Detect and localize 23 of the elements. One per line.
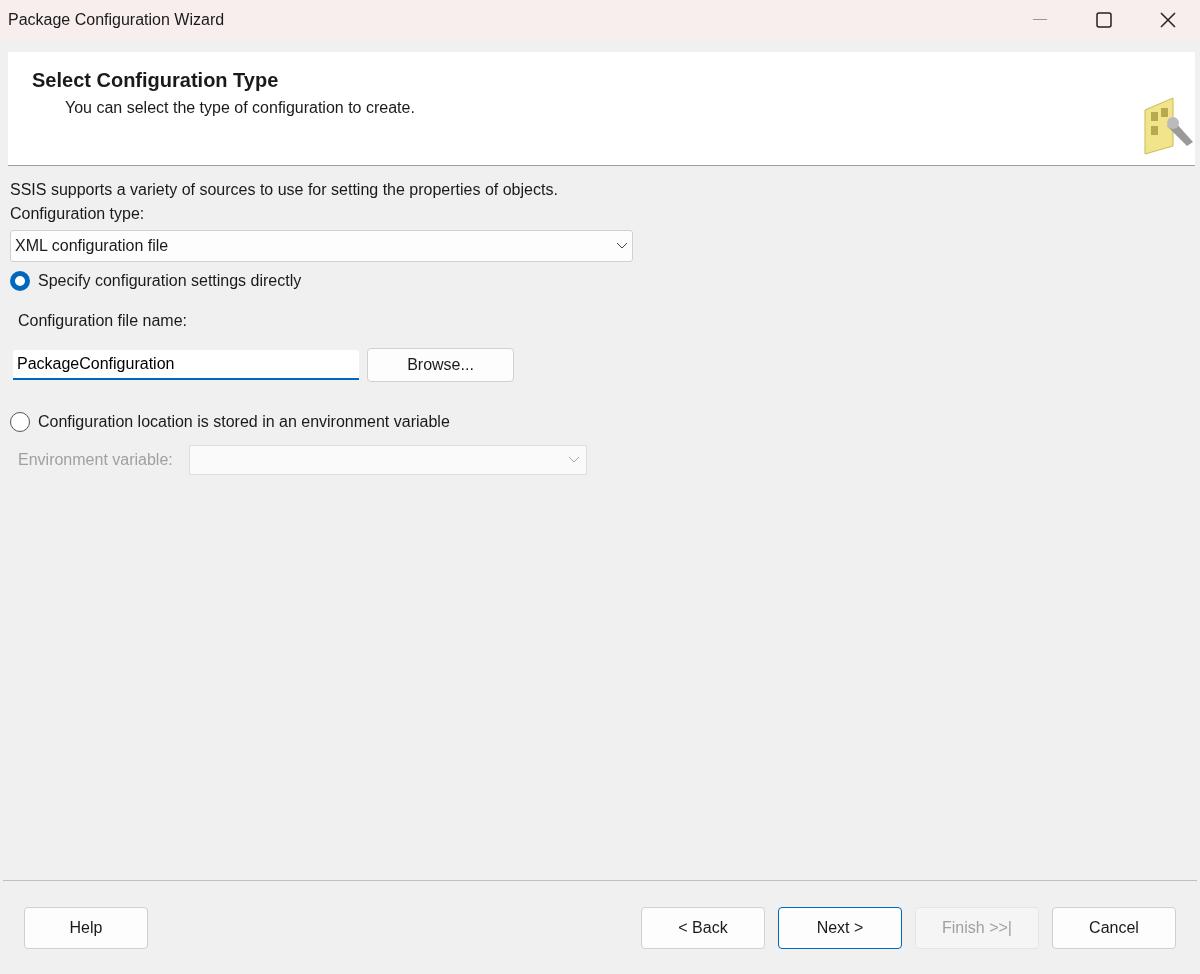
maximize-icon <box>1096 12 1112 28</box>
window-title: Package Configuration Wizard <box>8 10 226 30</box>
environment-variable-label: Environment variable: <box>18 450 173 470</box>
file-name-field[interactable]: PackageConfiguration <box>13 350 359 380</box>
help-button[interactable]: Help <box>24 906 148 949</box>
wizard-button[interactable]: Cancel <box>1052 906 1176 949</box>
configuration-type-dropdown[interactable]: XML configuration file <box>10 230 633 262</box>
browse-button[interactable]: Browse... <box>367 348 514 382</box>
radio-option[interactable]: Configuration location is stored in an environment variable <box>10 410 450 434</box>
chevron-down-icon <box>567 456 580 464</box>
radio-option[interactable]: Specify configuration settings directly <box>10 269 302 293</box>
intro-text: SSIS supports a variety of sources to use for setting the properties of objects. <box>10 180 559 200</box>
wizard-button[interactable]: < Back <box>641 906 765 949</box>
radio-button[interactable] <box>10 271 30 291</box>
close-icon <box>1160 12 1176 28</box>
file-name-label: Configuration file name: <box>18 311 188 331</box>
minimize-icon <box>1033 19 1047 21</box>
configuration-type-label: Configuration type: <box>10 204 146 224</box>
page-subtitle: You can select the type of configuration to create. <box>64 98 416 118</box>
radio-button[interactable] <box>10 412 30 432</box>
wizard-button[interactable]: Next > <box>778 906 902 949</box>
page-title: Select Configuration Type <box>32 68 280 92</box>
chevron-down-icon <box>616 242 628 250</box>
